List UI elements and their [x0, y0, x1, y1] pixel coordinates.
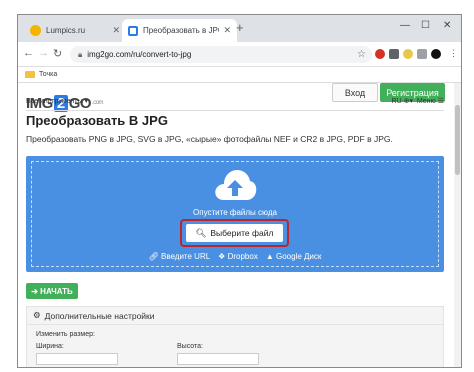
choose-file-label: Выберите файл	[210, 228, 274, 238]
extension-icon[interactable]	[375, 49, 385, 59]
file-drop-zone[interactable]: Опустите файлы сюда 🔍︎ Выберите файл 🔗︎ …	[26, 156, 444, 272]
address-bar[interactable]: 🔒︎ img2go.com/ru/convert-to-jpg ☆	[70, 46, 372, 63]
minimize-icon[interactable]: —	[400, 20, 410, 31]
menu-button[interactable]: Меню ☰	[417, 98, 444, 105]
drop-text: Опустите файлы сюда	[193, 208, 277, 217]
folder-icon	[25, 71, 35, 78]
reload-icon[interactable]: ↻	[53, 47, 62, 60]
tab-lumpics[interactable]: Lumpics.ru ✕	[24, 19, 126, 42]
star-icon[interactable]: ☆	[357, 49, 366, 60]
lang-menu-group: RU ⊕▾ Меню ☰	[392, 97, 444, 105]
upload-sources: 🔗︎ Введите URL ❖ Dropbox ▲ Google Диск	[26, 252, 444, 261]
drive-icon: ▲	[265, 252, 276, 261]
dropbox-icon: ❖	[218, 252, 228, 261]
more-icon[interactable]: ⋮	[449, 48, 458, 59]
advanced-settings-panel: ⚙ Дополнительные настройки Изменить разм…	[26, 306, 444, 367]
height-input[interactable]	[177, 353, 259, 365]
favicon-icon	[128, 25, 138, 36]
tab-label: Lumpics.ru	[46, 26, 86, 35]
forward-icon[interactable]: →	[38, 47, 49, 59]
tab-convert[interactable]: Преобразовать в JPG — Конв ✕	[122, 19, 237, 42]
search-icon: 🔍︎	[195, 227, 207, 238]
avatar[interactable]	[431, 49, 441, 59]
divider	[26, 110, 444, 111]
language-selector[interactable]: RU ⊕▾	[392, 98, 413, 105]
extension-icon[interactable]	[417, 49, 427, 59]
gdrive-source[interactable]: ▲ Google Диск	[266, 252, 322, 261]
sub-navigation: Все инструменты ▾ RU ⊕▾ Меню ☰	[26, 97, 444, 111]
width-label: Ширина:	[36, 343, 64, 350]
choose-file-button[interactable]: 🔍︎ Выберите файл	[186, 224, 283, 242]
start-button[interactable]: ➔ НАЧАТЬ	[26, 283, 78, 299]
maximize-icon[interactable]: ☐	[421, 20, 430, 31]
highlight-frame: 🔍︎ Выберите файл	[180, 219, 289, 247]
close-icon[interactable]: ✕	[112, 25, 120, 36]
new-tab-button[interactable]: +	[236, 20, 244, 35]
dropbox-source[interactable]: ❖ Dropbox	[218, 252, 258, 261]
url-text: img2go.com/ru/convert-to-jpg	[87, 50, 192, 59]
page-subtitle: Преобразовать PNG в JPG, SVG в JPG, «сыр…	[26, 134, 393, 144]
favicon-icon	[30, 25, 41, 36]
link-icon: 🔗︎	[148, 252, 162, 261]
tab-strip: Lumpics.ru ✕ Преобразовать в JPG — Конв …	[18, 15, 461, 42]
arrow-right-icon: ➔	[31, 286, 41, 296]
browser-window: Lumpics.ru ✕ Преобразовать в JPG — Конв …	[17, 14, 462, 368]
gear-icon: ⚙	[33, 310, 41, 320]
height-label: Высота:	[177, 343, 203, 350]
scrollbar[interactable]	[454, 83, 461, 367]
settings-header[interactable]: ⚙ Дополнительные настройки	[27, 307, 443, 325]
extension-icon[interactable]	[403, 49, 413, 59]
bookmark-item[interactable]: Точка	[39, 71, 57, 78]
cloud-upload-icon	[215, 170, 257, 200]
extension-icon[interactable]	[389, 49, 399, 59]
close-icon[interactable]: ✕	[223, 25, 231, 36]
page-title: Преобразовать В JPG	[26, 113, 168, 128]
bookmarks-bar: Точка	[18, 67, 461, 83]
url-source[interactable]: 🔗︎ Введите URL	[149, 252, 211, 261]
all-tools-menu[interactable]: Все инструменты ▾	[26, 98, 88, 105]
browser-toolbar: ← → ↻ 🔒︎ img2go.com/ru/convert-to-jpg ☆ …	[18, 42, 461, 67]
scrollbar-thumb[interactable]	[455, 105, 460, 175]
resize-label: Изменить размер:	[36, 331, 95, 338]
tab-label: Преобразовать в JPG — Конв	[143, 26, 219, 35]
back-icon[interactable]: ←	[23, 47, 34, 59]
width-input[interactable]	[36, 353, 118, 365]
lock-icon: 🔒︎	[78, 49, 83, 59]
close-window-icon[interactable]: ✕	[443, 20, 451, 31]
